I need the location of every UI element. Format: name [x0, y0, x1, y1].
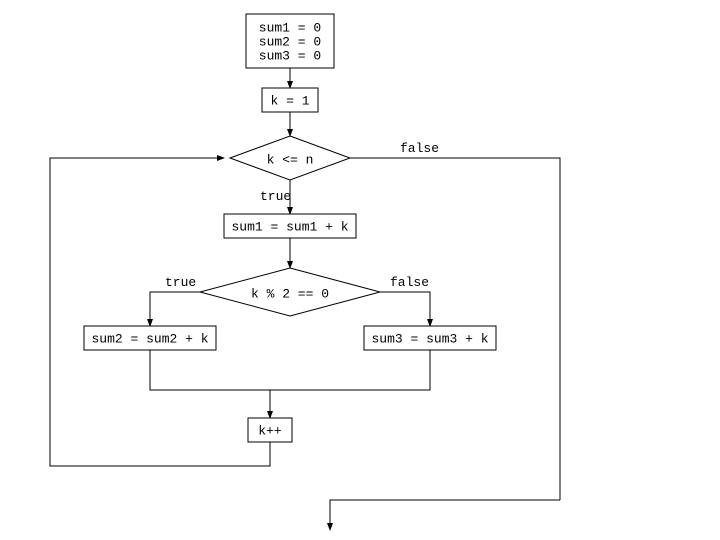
cond2-true-label: true [165, 275, 196, 290]
node-sum3: sum3 = sum3 + k [364, 326, 496, 350]
kpp-text: k++ [258, 423, 282, 438]
cond1-text: k <= n [267, 152, 314, 167]
cond1-false-label: false [400, 141, 439, 156]
cond2-text: k % 2 == 0 [251, 286, 329, 301]
edge-cond2-sum3 [380, 292, 430, 326]
kinit-text: k = 1 [270, 93, 309, 108]
cond1-true-label: true [260, 189, 291, 204]
flowchart-canvas: sum1 = 0 sum2 = 0 sum3 = 0 k = 1 k <= n … [0, 0, 720, 540]
node-cond2: k % 2 == 0 [200, 268, 380, 316]
node-cond1: k <= n [230, 136, 350, 180]
edge-sum2-merge [150, 350, 270, 390]
node-kpp: k++ [248, 418, 292, 442]
node-sum1: sum1 = sum1 + k [224, 214, 356, 238]
edge-cond2-sum2 [150, 292, 200, 326]
node-sum2: sum2 = sum2 + k [84, 326, 216, 350]
init-line1: sum1 = 0 [259, 20, 321, 35]
sum1-text: sum1 = sum1 + k [231, 219, 348, 234]
edge-sum3-merge [270, 350, 430, 390]
cond2-false-label: false [390, 275, 429, 290]
node-kinit: k = 1 [262, 88, 318, 112]
init-line2: sum2 = 0 [259, 34, 321, 49]
edge-exit [330, 500, 560, 530]
init-line3: sum3 = 0 [259, 48, 321, 63]
sum2-text: sum2 = sum2 + k [91, 331, 208, 346]
edge-kpp-cond1 [50, 158, 270, 466]
sum3-text: sum3 = sum3 + k [371, 331, 488, 346]
node-init: sum1 = 0 sum2 = 0 sum3 = 0 [246, 14, 334, 68]
